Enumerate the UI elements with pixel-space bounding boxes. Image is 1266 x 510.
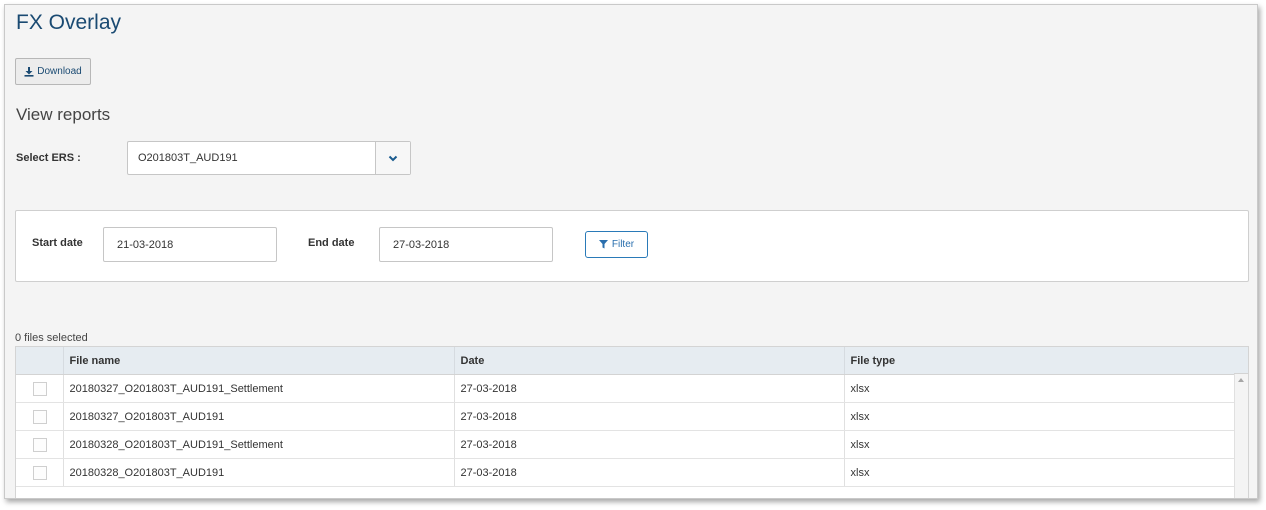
table-header-row: File name Date File type <box>16 347 1236 375</box>
date-cell: 27-03-2018 <box>454 430 845 459</box>
file-name-cell: 20180327_O201803T_AUD191 <box>63 402 455 431</box>
scroll-up-arrow-icon[interactable] <box>1238 378 1244 382</box>
row-checkbox[interactable] <box>33 381 47 396</box>
date-cell: 27-03-2018 <box>454 402 845 431</box>
ers-selected-value: O201803T_AUD191 <box>138 152 238 164</box>
filter-button[interactable]: Filter <box>585 231 648 258</box>
page-title: FX Overlay <box>16 11 122 34</box>
column-header-date[interactable]: Date <box>454 347 845 375</box>
table-row[interactable]: 20180327_O201803T_AUD191_Settlement 27-0… <box>16 374 1236 403</box>
filter-panel: Start date End date Filter <box>15 210 1249 282</box>
ers-select[interactable]: O201803T_AUD191 <box>127 141 411 175</box>
end-date-label: End date <box>308 237 355 249</box>
end-date-input[interactable] <box>379 227 553 262</box>
files-selected-count: 0 files selected <box>15 332 88 344</box>
row-checkbox[interactable] <box>33 465 47 480</box>
table-row[interactable]: 20180327_O201803T_AUD191 27-03-2018 xlsx <box>16 402 1236 431</box>
file-type-cell: xlsx <box>844 430 1236 459</box>
ers-label: Select ERS : <box>16 152 81 164</box>
download-button[interactable]: Download <box>15 58 91 85</box>
download-label: Download <box>37 66 82 77</box>
column-header-select <box>16 347 64 375</box>
start-date-input[interactable] <box>103 227 277 262</box>
file-name-cell: 20180328_O201803T_AUD191 <box>63 458 455 487</box>
table-scrollbar[interactable] <box>1234 374 1248 498</box>
section-title: View reports <box>16 105 111 124</box>
scroll-header-corner <box>1234 347 1248 374</box>
file-type-cell: xlsx <box>844 402 1236 431</box>
file-name-cell: 20180328_O201803T_AUD191_Settlement <box>63 430 455 459</box>
file-type-cell: xlsx <box>844 458 1236 487</box>
download-icon <box>24 66 34 77</box>
date-cell: 27-03-2018 <box>454 374 845 403</box>
table-row[interactable]: 20180328_O201803T_AUD191 27-03-2018 xlsx <box>16 458 1236 487</box>
files-table: File name Date File type 20180327_O20180… <box>15 346 1249 498</box>
app-window: FX Overlay Download View reports Select … <box>4 4 1258 499</box>
filter-icon <box>598 240 608 249</box>
file-type-cell: xlsx <box>844 374 1236 403</box>
chevron-down-icon <box>388 155 398 161</box>
column-header-file-name[interactable]: File name <box>63 347 455 375</box>
column-header-file-type[interactable]: File type <box>844 347 1236 375</box>
filter-label: Filter <box>611 239 635 250</box>
row-checkbox[interactable] <box>33 437 47 452</box>
date-cell: 27-03-2018 <box>454 458 845 487</box>
row-checkbox[interactable] <box>33 409 47 424</box>
start-date-label: Start date <box>32 237 83 249</box>
ers-dropdown-toggle[interactable] <box>375 142 410 174</box>
file-name-cell: 20180327_O201803T_AUD191_Settlement <box>63 374 455 403</box>
table-row[interactable]: 20180328_O201803T_AUD191_Settlement 27-0… <box>16 430 1236 459</box>
